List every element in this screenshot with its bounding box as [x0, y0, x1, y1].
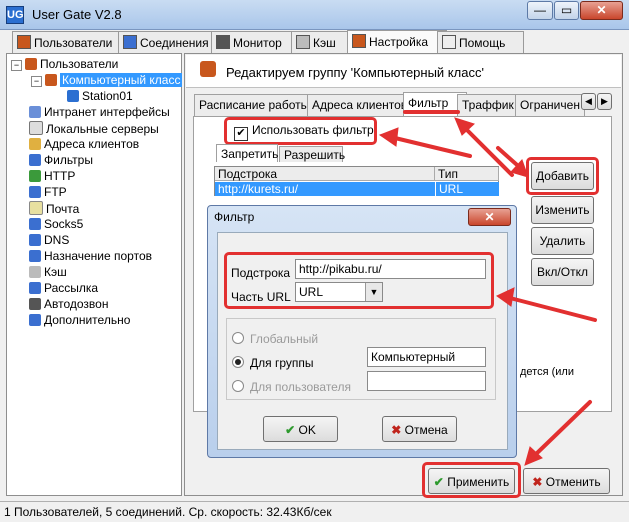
annotation-arrows	[378, 110, 597, 466]
arrow-to-fields	[508, 296, 597, 322]
arrow-to-checkbox	[393, 136, 472, 158]
status-bar: 1 Пользователей, 5 соединений. Ср. скоро…	[0, 501, 629, 522]
arrow-to-apply	[533, 400, 592, 457]
arrow-head	[378, 127, 399, 147]
arrow-head	[496, 287, 515, 307]
arrow-to-filter-tab	[460, 123, 514, 177]
